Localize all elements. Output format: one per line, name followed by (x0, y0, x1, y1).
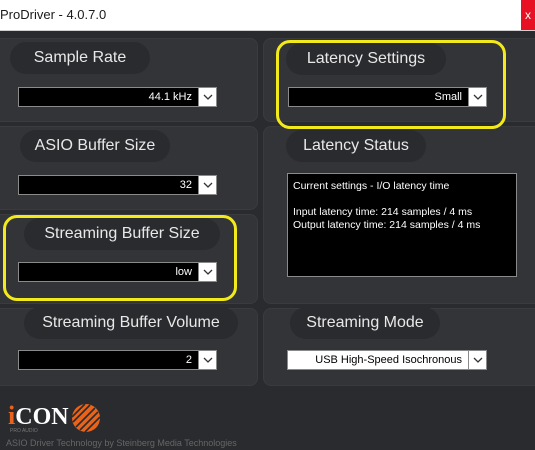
chevron-down-icon (198, 351, 216, 369)
streaming-mode-value: USB High-Speed Isochronous (315, 354, 462, 366)
svg-text:iCON: iCON (8, 401, 69, 430)
status-line-3: Output latency time: 214 samples / 4 ms (293, 219, 481, 231)
status-line-1: Current settings - I/O latency time (293, 180, 450, 192)
streaming-mode-select[interactable]: USB High-Speed Isochronous (287, 350, 487, 370)
close-icon: x (525, 8, 531, 22)
latency-settings-highlight (276, 40, 506, 129)
chevron-down-icon (198, 88, 216, 106)
window-title: ProDriver - 4.0.7.0 (0, 7, 107, 22)
footer-tagline: ASIO Driver Technology by Steinberg Medi… (6, 438, 237, 448)
streaming-mode-label: Streaming Mode (290, 307, 440, 339)
streaming-buffer-size-highlight (3, 215, 237, 301)
streaming-buffer-volume-select[interactable]: 2 (18, 350, 217, 370)
title-bar: ProDriver - 4.0.7.0 x (0, 0, 535, 31)
latency-status-label: Latency Status (286, 130, 426, 162)
chevron-down-icon (198, 176, 216, 194)
sample-rate-label: Sample Rate (10, 42, 150, 74)
streaming-buffer-volume-value: 2 (185, 354, 192, 366)
sample-rate-value: 44.1 kHz (148, 91, 192, 103)
status-line-2: Input latency time: 214 samples / 4 ms (293, 206, 473, 218)
latency-status-box: Current settings - I/O latency time Inpu… (287, 173, 517, 277)
asio-buffer-label: ASIO Buffer Size (20, 130, 170, 162)
streaming-buffer-volume-label: Streaming Buffer Volume (24, 307, 238, 339)
close-button[interactable]: x (521, 0, 535, 30)
chevron-down-icon (468, 351, 486, 369)
icon-logo: iCON PRO AUDIO (8, 400, 108, 441)
svg-text:PRO AUDIO: PRO AUDIO (10, 428, 38, 434)
sample-rate-select[interactable]: 44.1 kHz (18, 87, 217, 107)
asio-buffer-value: 32 (179, 179, 192, 191)
asio-buffer-select[interactable]: 32 (18, 175, 217, 195)
